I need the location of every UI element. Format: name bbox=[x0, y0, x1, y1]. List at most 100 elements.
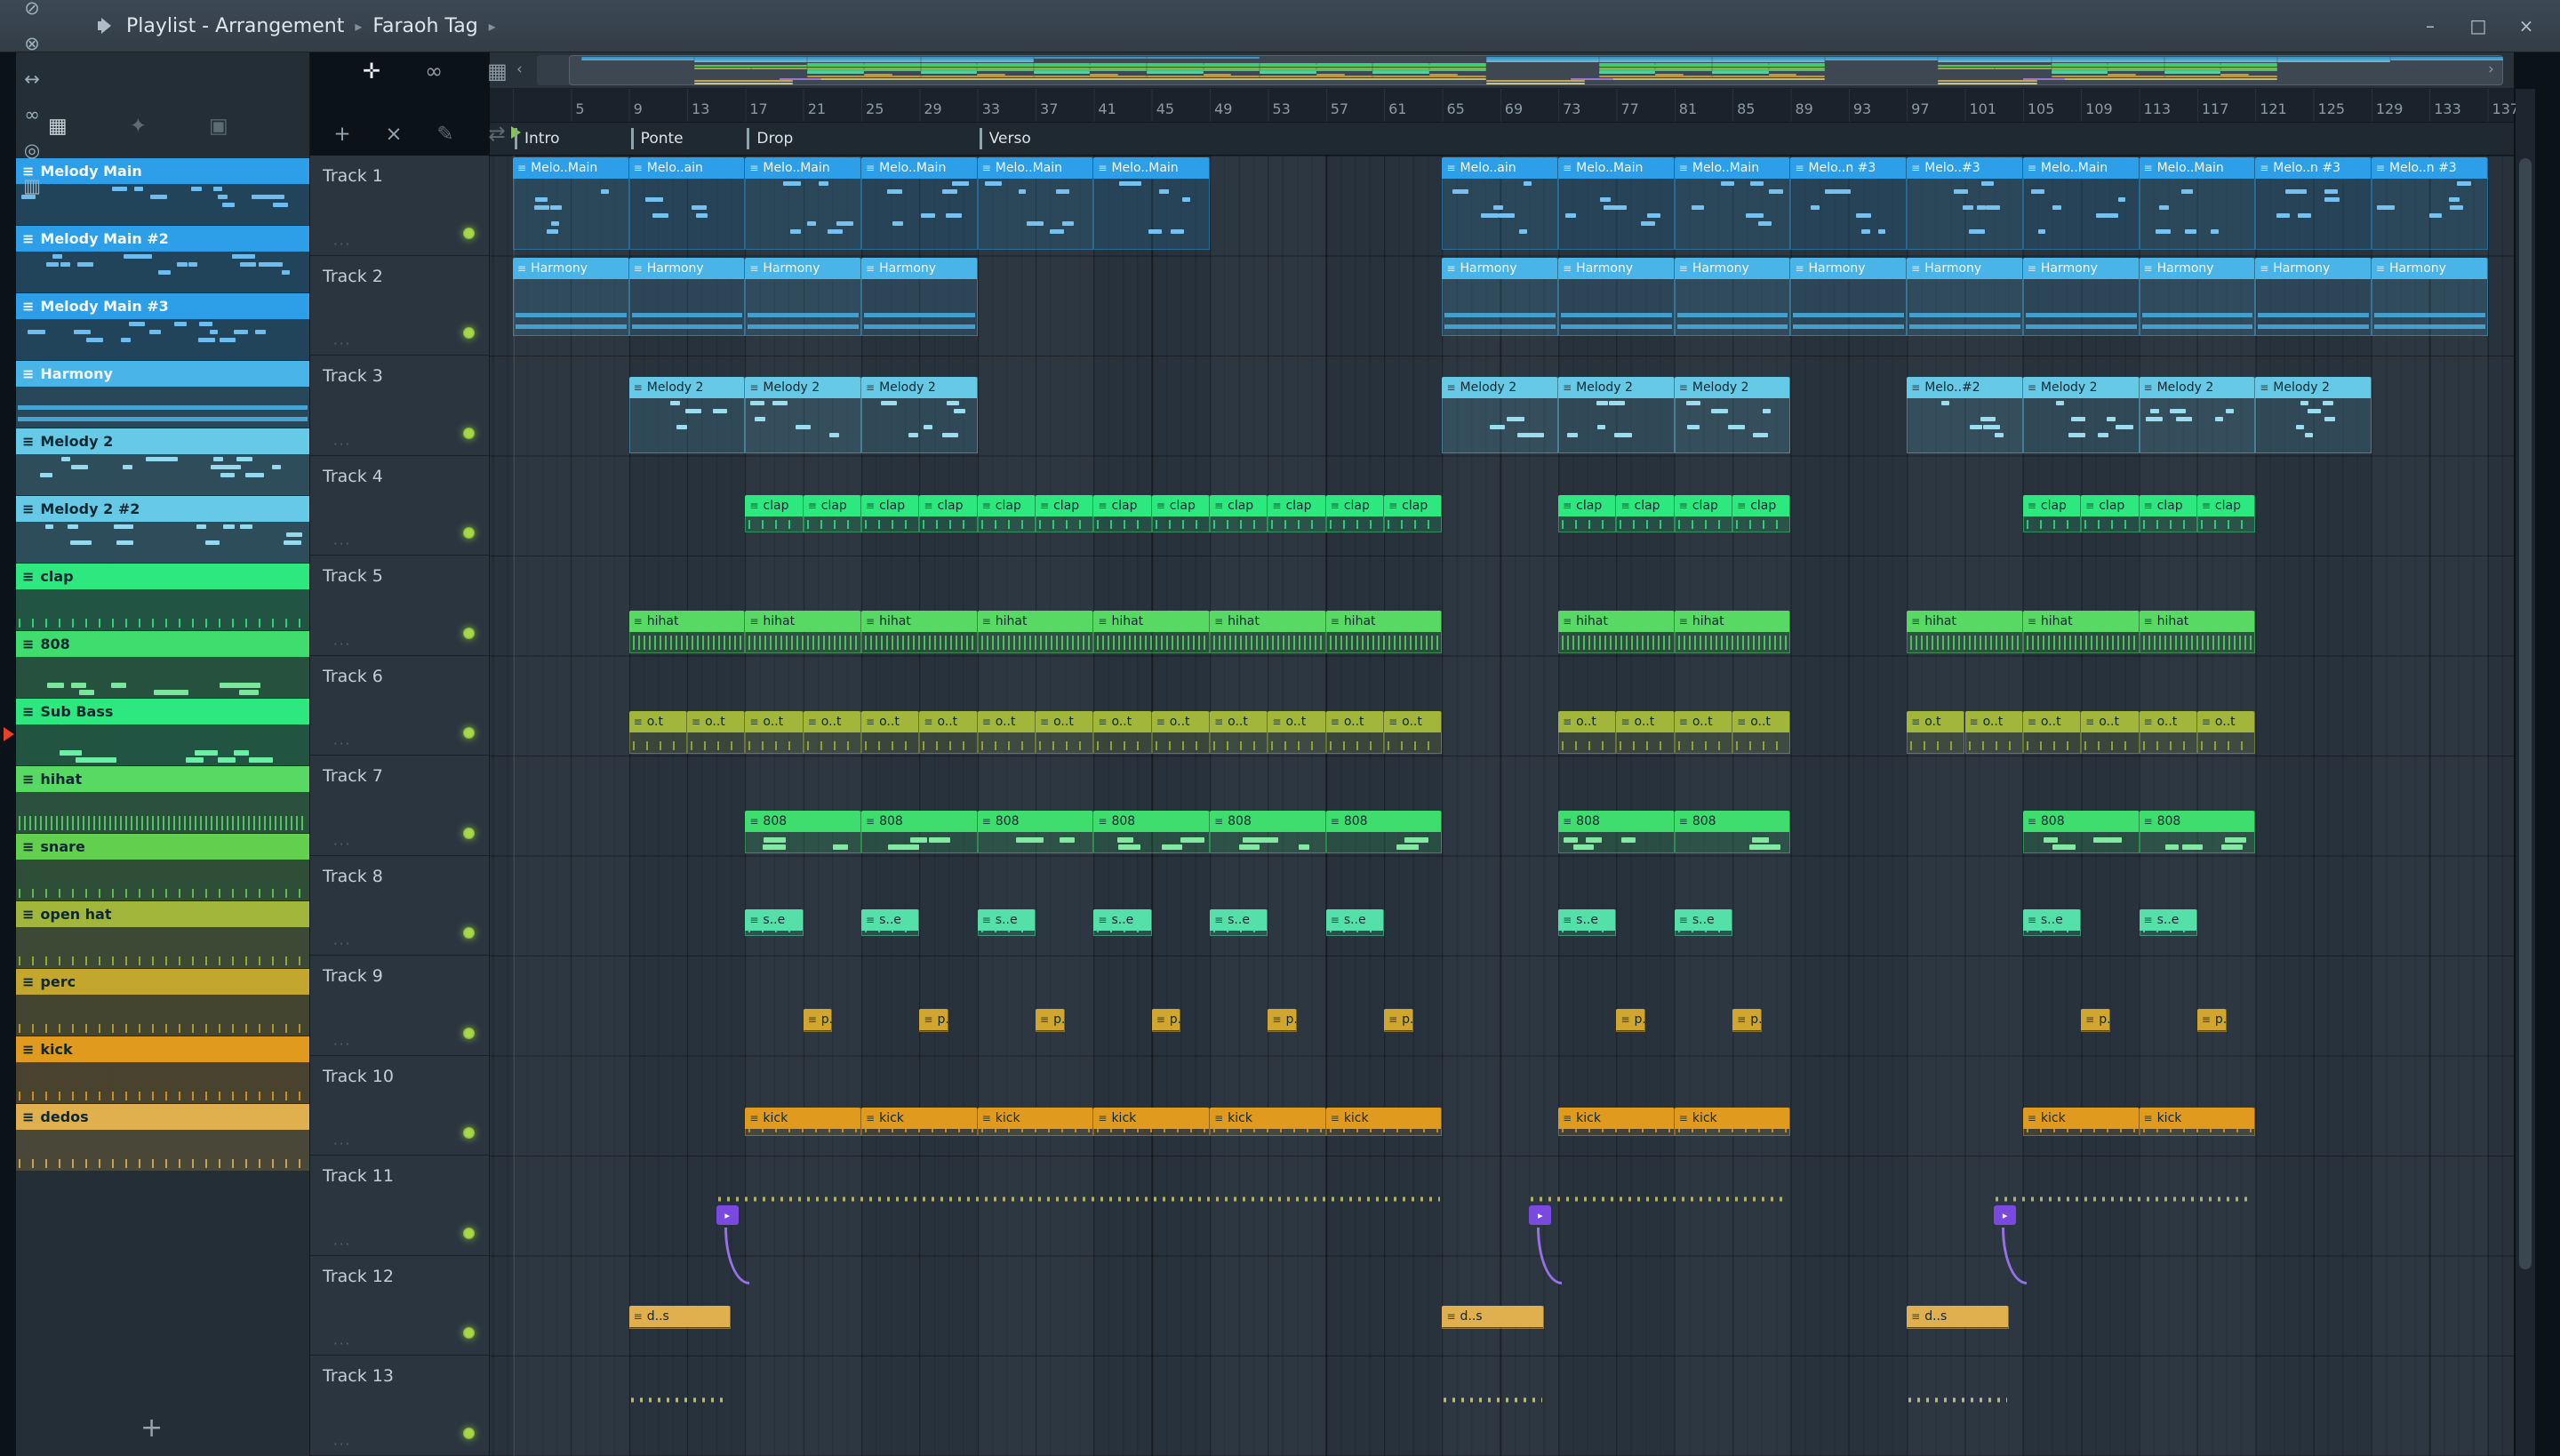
playlist-canvas[interactable]: ≡ Melo..Main ≡ Melo..ain ≡ Melo..Main ≡ Melo..M… bbox=[490, 156, 2514, 1456]
pattern-clip[interactable]: ≡p..c bbox=[1732, 1009, 1762, 1032]
pattern-clip[interactable]: ≡ clap bbox=[803, 494, 862, 532]
pattern-clip[interactable]: ≡ clap bbox=[2081, 494, 2140, 532]
pattern-clip[interactable]: ≡ o..t bbox=[1616, 710, 1675, 754]
pattern-item[interactable]: ≡ Melody 2 bbox=[16, 428, 309, 496]
pattern-clip[interactable]: ≡ o.t bbox=[628, 710, 687, 754]
pattern-clip[interactable]: ≡ s..e bbox=[2139, 908, 2197, 936]
pattern-clip[interactable] bbox=[629, 1395, 731, 1405]
pattern-clip[interactable]: ≡ 808 bbox=[1558, 811, 1675, 853]
pattern-clip[interactable]: ≡p..c bbox=[1616, 1009, 1646, 1032]
link-icon[interactable]: ▣ bbox=[209, 115, 228, 138]
pattern-clip[interactable]: ≡ Melody 2 bbox=[861, 377, 978, 453]
pattern-clip[interactable]: ≡ kick bbox=[861, 1107, 978, 1136]
track-mute-led[interactable] bbox=[463, 927, 475, 939]
track-resize-grip[interactable]: ··· bbox=[333, 336, 351, 352]
pattern-clip[interactable] bbox=[1907, 1395, 2008, 1405]
pattern-clip[interactable]: ≡ o..t bbox=[919, 710, 978, 754]
track-header[interactable]: Track 13 ··· bbox=[310, 1356, 489, 1456]
disable-icon[interactable]: ⊘ bbox=[14, 0, 50, 26]
pattern-clip[interactable]: ≡ hihat bbox=[628, 611, 746, 653]
track-resize-grip[interactable]: ··· bbox=[333, 836, 351, 852]
pattern-item[interactable]: ≡ snare bbox=[16, 834, 309, 901]
track-mute-led[interactable] bbox=[463, 527, 475, 539]
star-icon[interactable]: ✦ bbox=[130, 115, 147, 138]
pattern-clip[interactable]: ≡ Melody 2 bbox=[2022, 377, 2140, 453]
track-mute-led[interactable] bbox=[463, 827, 475, 839]
pattern-clip[interactable]: ≡ Harmony bbox=[2139, 257, 2256, 336]
pattern-clip[interactable]: ≡ hihat bbox=[861, 611, 978, 653]
pattern-clip[interactable]: ≡ hihat bbox=[1674, 611, 1791, 653]
scrollbar-thumb[interactable] bbox=[569, 55, 2503, 85]
pattern-clip[interactable]: ≡ Harmony bbox=[628, 257, 746, 336]
pattern-clip[interactable] bbox=[716, 1195, 1443, 1204]
pattern-clip[interactable]: ≡ hihat bbox=[2022, 611, 2140, 653]
track-header[interactable]: Track 4 ··· bbox=[310, 456, 489, 556]
pattern-clip[interactable]: ≡ clap bbox=[1268, 494, 1326, 532]
arrangement-name[interactable]: Faraoh Tag bbox=[372, 15, 477, 37]
pattern-clip[interactable]: ≡ kick bbox=[2139, 1107, 2256, 1136]
track-header[interactable]: Track 7 ··· bbox=[310, 756, 489, 856]
pattern-clip[interactable]: ≡ o..t bbox=[2196, 710, 2256, 754]
pattern-clip[interactable]: ≡ Harmony bbox=[861, 257, 978, 336]
pattern-clip[interactable]: ≡ s..e bbox=[977, 908, 1036, 936]
pattern-clip[interactable]: ≡ clap bbox=[745, 494, 804, 532]
pattern-clip[interactable]: ≡ 808 bbox=[1093, 811, 1211, 853]
pattern-clip[interactable]: ≡ hihat bbox=[1093, 611, 1211, 653]
link-icon[interactable]: ∞ bbox=[425, 59, 443, 84]
pattern-clip[interactable]: ≡ Melo..ain bbox=[1442, 157, 1559, 250]
pattern-item[interactable]: ≡ hihat bbox=[16, 766, 309, 834]
pattern-clip[interactable]: ≡ clap bbox=[2196, 494, 2256, 532]
track-resize-grip[interactable]: ··· bbox=[333, 1136, 351, 1152]
pattern-clip[interactable]: ≡p..c bbox=[2081, 1009, 2110, 1032]
pattern-clip[interactable]: ≡ o..t bbox=[1210, 710, 1268, 754]
pattern-clip[interactable]: ≡ Harmony bbox=[745, 257, 862, 336]
pattern-clip[interactable]: ≡ o..t bbox=[1384, 710, 1443, 754]
pattern-clip[interactable]: ≡ s..e bbox=[1558, 908, 1617, 936]
pattern-clip[interactable]: ≡ s..e bbox=[1093, 908, 1152, 936]
track-mute-led[interactable] bbox=[463, 1327, 475, 1339]
track-mute-led[interactable] bbox=[463, 1027, 475, 1039]
pattern-clip[interactable]: ≡ Melo..Main bbox=[2022, 157, 2140, 250]
multilink-icon[interactable]: ∞ bbox=[14, 97, 50, 132]
track-header[interactable]: Track 3 ··· bbox=[310, 356, 489, 456]
grid-icon[interactable]: ▦ bbox=[487, 59, 508, 84]
track-header[interactable]: Track 1 ··· bbox=[310, 156, 489, 256]
pattern-clip[interactable]: ≡ s..e bbox=[1325, 908, 1385, 936]
pattern-clip[interactable]: ≡ clap bbox=[1674, 494, 1733, 532]
pattern-item[interactable]: ≡ dedos bbox=[16, 1104, 309, 1172]
pattern-clip[interactable]: ≡ o..t bbox=[687, 710, 746, 754]
pattern-clip[interactable]: ≡ hihat bbox=[1907, 611, 2023, 653]
pattern-clip[interactable]: ≡ clap bbox=[919, 494, 978, 532]
pattern-clip[interactable]: ≡ Harmony bbox=[2022, 257, 2140, 336]
track-header[interactable]: Track 9 ··· bbox=[310, 956, 489, 1056]
track-header[interactable]: Track 6 ··· bbox=[310, 656, 489, 756]
pattern-clip[interactable]: ≡ o.t bbox=[1907, 710, 1965, 754]
pattern-item[interactable]: ≡ Harmony bbox=[16, 361, 309, 428]
automation-clip[interactable]: ▸ bbox=[1529, 1205, 1591, 1321]
pattern-clip[interactable]: ≡ 808 bbox=[2022, 811, 2140, 853]
track-mute-led[interactable] bbox=[463, 1427, 475, 1439]
pattern-clip[interactable]: ≡ 808 bbox=[1325, 811, 1443, 853]
pattern-clip[interactable]: ≡ clap bbox=[1325, 494, 1385, 532]
pattern-clip[interactable]: ≡ Harmony bbox=[2255, 257, 2372, 336]
pattern-clip[interactable]: ≡ Harmony bbox=[1674, 257, 1791, 336]
mute-icon[interactable]: ⊗ bbox=[14, 26, 50, 61]
pattern-clip[interactable]: ≡ hihat bbox=[745, 611, 862, 653]
vertical-scrollbar[interactable] bbox=[2516, 89, 2535, 1456]
track-resize-grip[interactable]: ··· bbox=[333, 1436, 351, 1452]
arrangement-minimap[interactable] bbox=[537, 55, 2503, 85]
pattern-clip[interactable]: ≡ clap bbox=[1384, 494, 1443, 532]
pattern-item[interactable]: ≡ Melody Main #2 bbox=[16, 226, 309, 293]
pattern-clip[interactable]: ≡ kick bbox=[2022, 1107, 2140, 1136]
song-marker[interactable]: Intro bbox=[515, 128, 559, 149]
pattern-clip[interactable]: ≡ Melo..n #3 bbox=[2371, 157, 2488, 250]
pattern-clip[interactable]: ≡ o..t bbox=[1036, 710, 1094, 754]
pattern-clip[interactable]: ≡ Melody 2 bbox=[1558, 377, 1675, 453]
pattern-clip[interactable]: ≡ 808 bbox=[861, 811, 978, 853]
pattern-clip[interactable]: ≡ 808 bbox=[1210, 811, 1326, 853]
pattern-clip[interactable]: ≡ kick bbox=[1210, 1107, 1326, 1136]
pattern-clip[interactable]: ≡ Melo..Main bbox=[2139, 157, 2256, 250]
pattern-clip[interactable]: ≡ kick bbox=[977, 1107, 1094, 1136]
pattern-clip[interactable] bbox=[1994, 1195, 2255, 1204]
zoom-icon[interactable]: ◎ bbox=[14, 132, 50, 168]
